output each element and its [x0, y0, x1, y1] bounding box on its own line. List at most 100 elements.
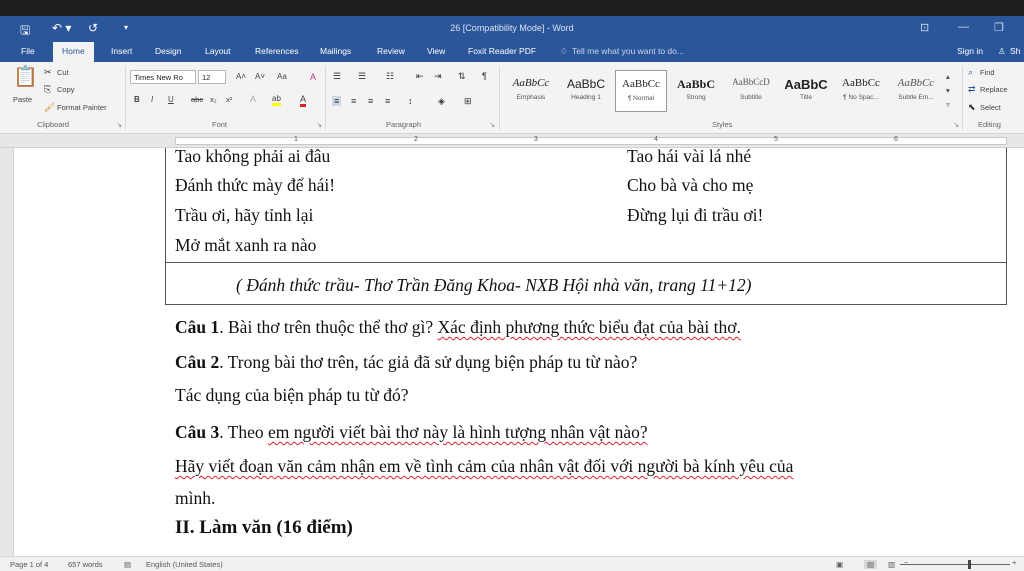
styles-launcher-icon[interactable]: ↘	[953, 120, 959, 129]
document-page[interactable]: Tao không phải ai đâu Đánh thức mày để h…	[0, 148, 1024, 556]
format-painter-button[interactable]: Format Painter	[57, 103, 107, 112]
tab-review[interactable]: Review	[377, 46, 405, 56]
change-case-icon[interactable]: Aa	[277, 72, 287, 81]
show-formatting-marks-icon[interactable]: ¶	[482, 71, 487, 81]
sort-icon[interactable]: ⇅	[458, 71, 466, 81]
subscript-button[interactable]: x₂	[210, 95, 217, 104]
horizontal-ruler[interactable]: 1 2 3 4 5 6	[0, 134, 1024, 148]
style-subtle-emphasis[interactable]: AaBbCc Subtle Em...	[890, 70, 942, 112]
web-layout-icon[interactable]: ▥	[888, 560, 895, 569]
find-button[interactable]: Find	[980, 68, 995, 77]
tab-file[interactable]: File	[21, 46, 35, 56]
language-indicator[interactable]: English (United States)	[146, 560, 223, 569]
align-right-icon[interactable]: ≡	[368, 96, 373, 106]
style-heading-1[interactable]: AaBbC Heading 1	[560, 70, 612, 112]
text-effects-icon[interactable]: A	[250, 94, 256, 104]
bold-button[interactable]: B	[134, 95, 140, 104]
cut-button[interactable]: Cut	[57, 68, 69, 77]
shrink-font-icon[interactable]: A˅	[255, 72, 265, 81]
word-count[interactable]: 657 words	[68, 560, 103, 569]
question-2-continued: Tác dụng của biện pháp tu từ đó?	[175, 385, 409, 405]
replace-icon[interactable]: ⇄	[968, 84, 976, 94]
zoom-out-icon[interactable]: −	[904, 558, 908, 567]
zoom-slider-track[interactable]	[900, 564, 1010, 565]
format-painter-icon[interactable]: 🖌	[44, 102, 55, 112]
styles-scroll-up-icon[interactable]: ▴	[946, 72, 950, 81]
style-emphasis[interactable]: AaBbCc Emphasis	[505, 70, 557, 112]
find-icon[interactable]: ⌕	[968, 67, 973, 77]
poem-line: Đánh thức mày để hái!	[175, 175, 336, 195]
tab-layout[interactable]: Layout	[205, 46, 231, 56]
paragraph-launcher-icon[interactable]: ↘	[489, 120, 495, 129]
focus-mode-icon[interactable]: ▣	[836, 560, 843, 569]
font-size-combo[interactable]: 12	[198, 70, 226, 84]
clear-formatting-icon[interactable]: A	[310, 72, 316, 82]
select-button[interactable]: Select	[980, 103, 1001, 112]
zoom-slider-thumb[interactable]	[968, 560, 971, 569]
underline-button[interactable]: U	[168, 95, 174, 104]
poem-line: Đừng lụi đi trầu ơi!	[627, 205, 764, 225]
tab-insert[interactable]: Insert	[111, 46, 132, 56]
style-strong[interactable]: AaBbC Strong	[670, 70, 722, 112]
share-button[interactable]: Sh	[1010, 46, 1020, 56]
font-launcher-icon[interactable]: ↘	[316, 120, 322, 129]
styles-scroll-down-icon[interactable]: ▾	[946, 86, 950, 95]
tab-home[interactable]: Home	[53, 42, 94, 62]
replace-button[interactable]: Replace	[980, 85, 1008, 94]
zoom-in-icon[interactable]: +	[1012, 558, 1016, 567]
tab-mailings[interactable]: Mailings	[320, 46, 351, 56]
vertical-ruler[interactable]	[0, 148, 14, 556]
tab-view[interactable]: View	[427, 46, 445, 56]
style-subtitle[interactable]: AaBbCcD Subtitle	[725, 70, 777, 112]
ribbon-display-options-icon[interactable]: ⊡	[920, 21, 929, 34]
grow-font-icon[interactable]: A˄	[236, 72, 246, 81]
style-title[interactable]: AaBbC Title	[780, 70, 832, 112]
proofing-icon[interactable]: ▤	[124, 560, 131, 569]
share-icon[interactable]: ♙	[998, 46, 1006, 57]
strikethrough-button[interactable]: abc	[191, 95, 203, 104]
clipboard-group-label: Clipboard	[37, 120, 70, 129]
bullets-icon[interactable]: ☰	[333, 71, 341, 81]
paste-icon[interactable]: 📋	[13, 67, 38, 87]
copy-button[interactable]: Copy	[57, 85, 75, 94]
styles-more-icon[interactable]: ▿	[946, 100, 950, 109]
page-count[interactable]: Page 1 of 4	[10, 560, 48, 569]
borders-icon[interactable]: ⊞	[464, 96, 472, 106]
question-3-line-3: mình.	[175, 488, 216, 508]
superscript-button[interactable]: x²	[226, 95, 232, 104]
clipboard-launcher-icon[interactable]: ↘	[116, 120, 122, 129]
decrease-indent-icon[interactable]: ⇤	[416, 71, 424, 81]
cut-icon[interactable]: ✂	[44, 67, 52, 77]
italic-button[interactable]: I	[151, 95, 153, 104]
minimize-button[interactable]: —	[958, 21, 969, 33]
increase-indent-icon[interactable]: ⇥	[434, 71, 442, 81]
multilevel-list-icon[interactable]: ☷	[386, 71, 394, 81]
style-no-spacing[interactable]: AaBbCc ¶ No Spac...	[835, 70, 887, 112]
justify-icon[interactable]: ≡	[385, 96, 390, 106]
poem-line: Cho bà và cho mẹ	[627, 175, 754, 195]
style-name: Emphasis	[516, 94, 546, 101]
align-center-icon[interactable]: ≡	[351, 96, 356, 106]
tab-design[interactable]: Design	[155, 46, 181, 56]
paste-button-label[interactable]: Paste	[13, 95, 32, 104]
copy-icon[interactable]: ⎘	[44, 84, 51, 94]
align-left-icon[interactable]: ≡	[332, 96, 342, 106]
shading-icon[interactable]: ◈	[438, 96, 445, 106]
tell-me-search[interactable]: Tell me what you want to do...	[572, 46, 684, 56]
select-icon[interactable]: ⬉	[968, 102, 976, 112]
font-name-combo[interactable]: Times New Ro	[130, 70, 196, 84]
screen-top-border	[0, 0, 1024, 16]
style-normal[interactable]: AaBbCc ¶ Normal	[615, 70, 667, 112]
font-color-icon[interactable]: A	[300, 94, 307, 107]
restore-button[interactable]: ❐	[994, 21, 1004, 34]
style-sample: AaBbCc	[622, 78, 660, 90]
tab-references[interactable]: References	[255, 46, 298, 56]
sign-in-link[interactable]: Sign in	[957, 46, 983, 56]
tab-foxit-reader-pdf[interactable]: Foxit Reader PDF	[468, 46, 536, 56]
highlight-icon[interactable]: ab	[272, 94, 281, 106]
style-name: ¶ Normal	[627, 95, 655, 102]
status-bar: Page 1 of 4 657 words ▤ English (United …	[0, 556, 1024, 571]
numbering-icon[interactable]: ☰	[358, 71, 366, 81]
line-spacing-icon[interactable]: ↕	[408, 96, 413, 106]
print-layout-icon[interactable]: ▤	[864, 560, 878, 569]
